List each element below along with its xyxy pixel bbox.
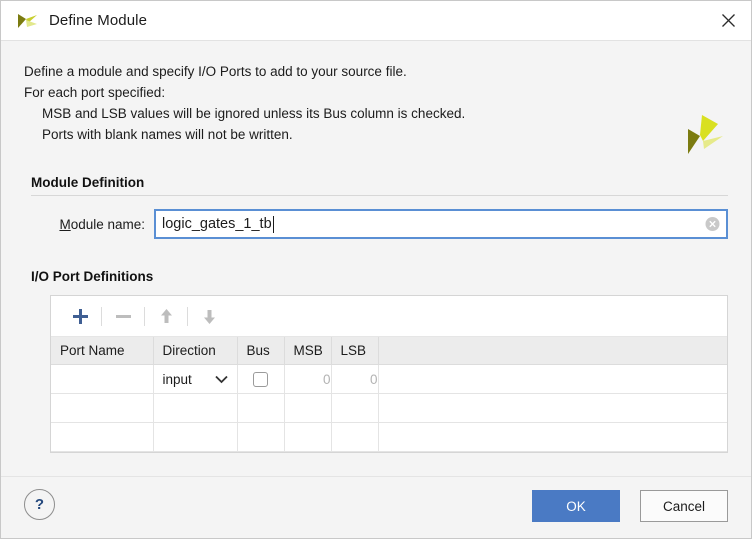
cell-lsb[interactable] — [331, 422, 379, 452]
module-name-input[interactable]: logic_gates_1_tb — [154, 209, 728, 239]
io-port-table: Port Name Direction Bus MSB LSB input 0 … — [51, 337, 727, 452]
cell-bus[interactable] — [237, 393, 285, 423]
text-caret — [272, 215, 274, 233]
cell-port-name[interactable] — [51, 393, 154, 423]
module-name-value: logic_gates_1_tb — [162, 216, 272, 232]
cell-filler — [378, 393, 727, 423]
table-row[interactable] — [51, 422, 727, 452]
move-port-down-button[interactable] — [193, 303, 225, 329]
cell-port-name[interactable] — [51, 364, 154, 394]
dialog-body: Define a module and specify I/O Ports to… — [1, 41, 751, 476]
cell-lsb[interactable] — [331, 393, 379, 423]
table-header-row: Port Name Direction Bus MSB LSB — [51, 337, 727, 365]
cell-direction[interactable] — [153, 393, 238, 423]
module-name-row: Module name: logic_gates_1_tb — [24, 209, 728, 239]
close-icon[interactable] — [705, 1, 751, 39]
table-row[interactable] — [51, 393, 727, 423]
toolbar-separator — [144, 306, 145, 326]
dialog-footer: ? OK Cancel — [1, 476, 751, 538]
ok-button[interactable]: OK — [532, 490, 620, 522]
module-name-label-mnemonic: M — [59, 216, 71, 232]
window-title: Define Module — [49, 12, 148, 29]
cell-direction[interactable]: input — [153, 364, 238, 394]
module-name-label: Module name: — [24, 217, 154, 232]
instruction-line-1: Define a module and specify I/O Ports to… — [24, 64, 407, 79]
cell-bus[interactable] — [237, 364, 285, 394]
cell-bus[interactable] — [237, 422, 285, 452]
vivado-logo-icon — [15, 10, 41, 32]
cell-msb[interactable] — [284, 393, 332, 423]
cell-msb[interactable] — [284, 422, 332, 452]
column-header-filler — [378, 337, 727, 365]
column-header-bus[interactable]: Bus — [237, 337, 285, 365]
table-row[interactable]: input 0 0 — [51, 364, 727, 394]
bus-checkbox[interactable] — [253, 371, 268, 387]
io-port-definitions-heading: I/O Port Definitions — [31, 269, 154, 284]
column-header-port-name[interactable]: Port Name — [51, 337, 154, 365]
cell-direction[interactable] — [153, 422, 238, 452]
move-port-up-button[interactable] — [150, 303, 182, 329]
instruction-text: Define a module and specify I/O Ports to… — [24, 61, 664, 145]
cancel-button[interactable]: Cancel — [640, 490, 728, 522]
cell-lsb[interactable]: 0 — [331, 364, 379, 394]
io-port-toolbar — [51, 296, 727, 337]
define-module-dialog: Define Module Define a module and specif… — [0, 0, 752, 539]
instruction-line-2: For each port specified: — [24, 85, 166, 100]
io-port-panel: Port Name Direction Bus MSB LSB input 0 … — [50, 295, 728, 453]
cell-filler — [378, 422, 727, 452]
chevron-down-icon[interactable] — [214, 372, 228, 387]
column-header-lsb[interactable]: LSB — [331, 337, 379, 365]
cell-filler — [378, 364, 727, 394]
title-bar: Define Module — [1, 1, 751, 41]
direction-value: input — [162, 371, 192, 387]
dialog-action-buttons: OK Cancel — [532, 490, 728, 522]
instruction-line-4: Ports with blank names will not be writt… — [42, 127, 293, 142]
cell-port-name[interactable] — [51, 422, 154, 452]
remove-port-button[interactable] — [107, 303, 139, 329]
module-definition-heading: Module Definition — [31, 175, 145, 190]
cell-msb[interactable]: 0 — [284, 364, 332, 394]
help-button[interactable]: ? — [24, 489, 55, 520]
add-port-button[interactable] — [64, 303, 96, 329]
module-definition-separator — [31, 195, 728, 196]
xilinx-logo-icon — [675, 111, 727, 161]
toolbar-separator — [101, 306, 102, 326]
column-header-msb[interactable]: MSB — [284, 337, 332, 365]
toolbar-separator — [187, 306, 188, 326]
instruction-line-3: MSB and LSB values will be ignored unles… — [42, 106, 466, 121]
clear-circle-icon[interactable] — [705, 217, 720, 232]
module-name-label-rest: odule name: — [70, 216, 145, 232]
column-header-direction[interactable]: Direction — [153, 337, 238, 365]
